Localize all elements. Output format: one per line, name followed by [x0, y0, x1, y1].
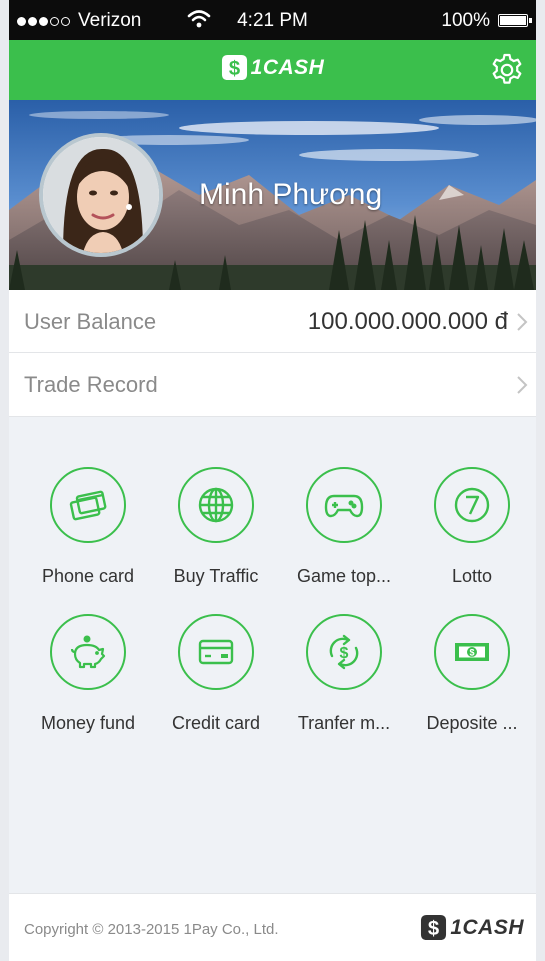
phone-card-button[interactable]: [50, 467, 126, 543]
left-edge: [0, 0, 9, 961]
footer-brand-name: 1CASH: [450, 915, 524, 939]
gamepad-icon: [324, 494, 364, 518]
footer-brand-logo: $ 1CASH: [420, 914, 524, 941]
user-balance-label: User Balance: [24, 309, 157, 334]
svg-text:$: $: [469, 648, 474, 658]
lotto-seven-icon: [454, 487, 490, 523]
service-label: Tranfer m...: [297, 713, 391, 733]
service-phone-card[interactable]: Phone card: [24, 467, 152, 587]
status-bar: Verizon 4:21 PM 100%: [9, 0, 536, 40]
battery-percent: 100%: [441, 10, 490, 31]
chevron-right-icon: [517, 376, 528, 394]
user-balance-row[interactable]: User Balance 100.000.000.000 đ: [9, 290, 536, 353]
globe-icon: [198, 487, 234, 523]
service-label: Money fund: [40, 713, 136, 733]
avatar-photo: [43, 137, 159, 253]
lotto-button[interactable]: [434, 467, 510, 543]
service-credit-card[interactable]: Credit card: [152, 614, 280, 734]
service-label: Game top...: [296, 566, 392, 586]
dollar-shield-icon: $: [221, 54, 247, 80]
trade-record-label: Trade Record: [24, 372, 158, 397]
avatar[interactable]: [39, 133, 163, 257]
dollar-shield-icon: $: [421, 914, 447, 940]
svg-text:$: $: [340, 645, 349, 662]
credit-card-icon: [198, 639, 234, 665]
user-name: Minh Phương: [199, 178, 383, 211]
service-game-topup[interactable]: Game top...: [280, 467, 408, 587]
money-fund-button[interactable]: [50, 614, 126, 690]
trade-record-row[interactable]: Trade Record: [9, 353, 536, 417]
service-label: Buy Traffic: [173, 566, 259, 586]
battery-icon: [498, 14, 532, 27]
user-balance-value: 100.000.000.000 đ: [307, 308, 508, 335]
service-money-fund[interactable]: Money fund: [24, 614, 152, 734]
deposit-button[interactable]: $: [434, 614, 510, 690]
copyright-text: Copyright © 2013-2015 1Pay Co., Ltd.: [24, 921, 279, 938]
right-edge: [536, 0, 545, 961]
gear-icon[interactable]: [490, 53, 524, 87]
credit-card-button[interactable]: [178, 614, 254, 690]
service-label: Deposite ...: [426, 713, 518, 733]
service-buy-traffic[interactable]: Buy Traffic: [152, 467, 280, 587]
app-screen: Verizon 4:21 PM 100% $ 1CASH Minh Phương…: [0, 0, 545, 961]
service-transfer-money[interactable]: $ Tranfer m...: [280, 614, 408, 734]
svg-text:$: $: [229, 58, 240, 80]
service-label: Lotto: [451, 566, 493, 586]
banknote-icon: $: [455, 643, 489, 661]
service-label: Credit card: [171, 713, 261, 733]
footer: Copyright © 2013-2015 1Pay Co., Ltd. $ 1…: [9, 893, 536, 961]
phone-card-icon: [69, 490, 107, 521]
piggy-bank-icon: [70, 635, 106, 669]
chevron-right-icon: [517, 313, 528, 331]
service-deposit[interactable]: $ Deposite ...: [408, 614, 536, 734]
transfer-money-button[interactable]: $: [306, 614, 382, 690]
transfer-money-icon: $: [329, 634, 359, 670]
service-lotto[interactable]: Lotto: [408, 467, 536, 587]
brand-logo: $ 1CASH: [9, 54, 536, 81]
profile-header: Minh Phương: [9, 100, 536, 290]
service-label: Phone card: [41, 566, 135, 586]
nav-bar: $ 1CASH: [9, 40, 536, 100]
svg-text:$: $: [428, 918, 439, 940]
brand-name: 1CASH: [250, 55, 325, 79]
buy-traffic-button[interactable]: [178, 467, 254, 543]
game-topup-button[interactable]: [306, 467, 382, 543]
